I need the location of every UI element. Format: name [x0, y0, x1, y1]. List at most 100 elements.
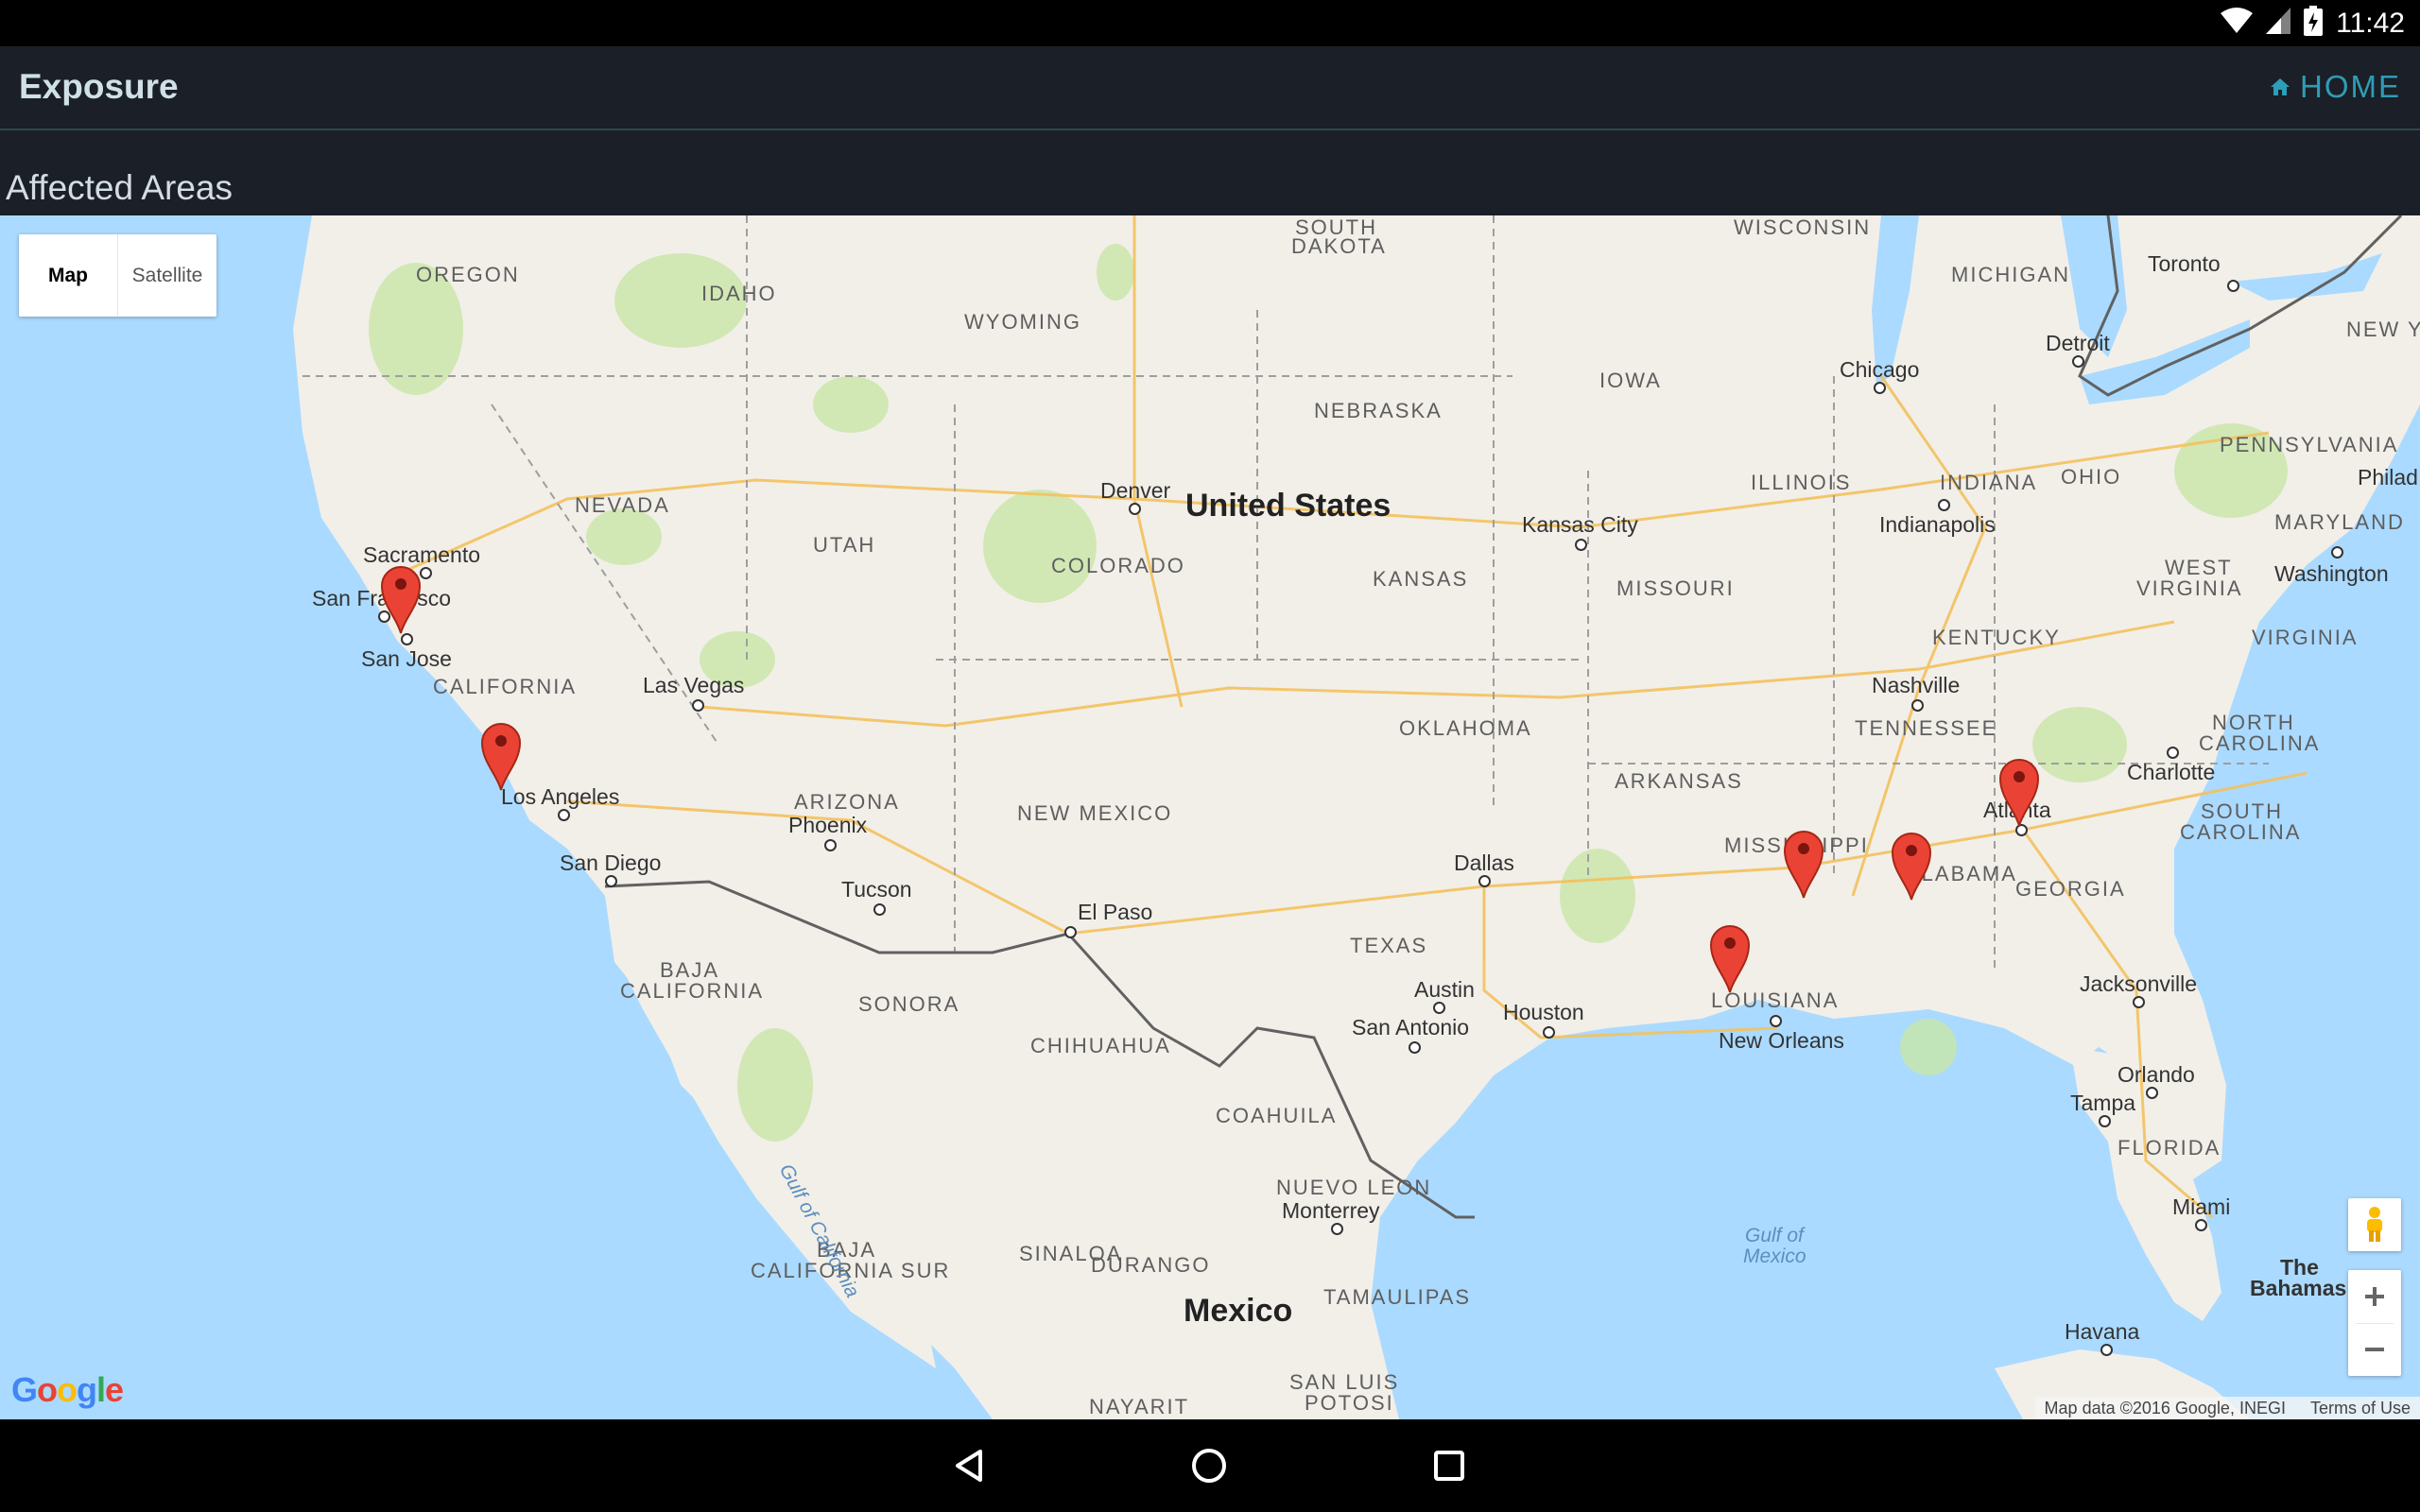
city-dallas: Dallas — [1454, 850, 1514, 875]
battery-icon — [2304, 6, 2324, 41]
label-oklahoma: OKLAHOMA — [1399, 716, 1532, 740]
city-denver: Denver — [1100, 478, 1171, 503]
label-arkansas: ARKANSAS — [1615, 769, 1743, 793]
label-texas: TEXAS — [1350, 934, 1428, 957]
zoom-in-button[interactable] — [2348, 1270, 2401, 1323]
city-dot — [2167, 747, 2179, 759]
city-dot — [1874, 382, 1886, 394]
back-icon — [956, 1450, 982, 1482]
label-missouri: MISSOURI — [1616, 576, 1735, 600]
plus-icon — [2365, 1287, 2384, 1306]
city-houston: Houston — [1503, 1000, 1584, 1024]
section-title: Affected Areas — [6, 168, 233, 207]
city-dot — [605, 875, 617, 887]
recents-button[interactable] — [1426, 1442, 1473, 1489]
label-san-luis-2: POTOSI — [1305, 1391, 1394, 1415]
city-indianapolis: Indianapolis — [1879, 512, 1996, 537]
label-nebraska: NEBRASKA — [1314, 399, 1443, 422]
city-charlotte: Charlotte — [2127, 760, 2216, 784]
map-type-satellite-button[interactable]: Satellite — [118, 234, 216, 317]
city-new-orleans: New Orleans — [1719, 1028, 1844, 1053]
city-dot — [1770, 1015, 1782, 1027]
label-tennessee: TENNESSEE — [1855, 716, 1998, 740]
map-marker-san-francisco[interactable] — [380, 563, 422, 635]
map-type-map-button[interactable]: Map — [19, 234, 118, 317]
google-logo: Google — [11, 1370, 124, 1409]
attribution-text: Map data ©2016 Google, INEGI — [2044, 1398, 2286, 1418]
label-oregon: OREGON — [416, 263, 520, 286]
city-dot — [2227, 280, 2239, 292]
map-marker-los-angeles[interactable] — [480, 720, 522, 792]
label-maryland: MARYLAND — [2274, 510, 2405, 534]
status-icons: 11:42 — [2221, 0, 2405, 46]
signal-icon — [2266, 8, 2291, 39]
label-mexico: Mexico — [1184, 1293, 1293, 1329]
app-bar: Exposure HOME — [0, 46, 2420, 130]
label-florida: FLORIDA — [2118, 1136, 2221, 1160]
map-marker-louisiana[interactable] — [1709, 922, 1751, 994]
city-dot — [2100, 1344, 2113, 1356]
map-marker-atlanta[interactable] — [1998, 756, 2040, 828]
label-west-virginia-2: VIRGINIA — [2136, 576, 2243, 600]
terms-link[interactable]: Terms of Use — [2310, 1399, 2411, 1418]
label-ohio: OHIO — [2061, 465, 2122, 489]
label-new-york: NEW YOR — [2346, 318, 2420, 341]
city-dot — [2133, 996, 2145, 1008]
pegman-icon — [2367, 1207, 2382, 1242]
city-havana: Havana — [2065, 1319, 2140, 1344]
label-baja-2: CALIFORNIA — [620, 979, 765, 1003]
label-united-states: United States — [1185, 488, 1392, 524]
label-wyoming: WYOMING — [964, 310, 1081, 334]
city-dot — [1478, 875, 1491, 887]
label-idaho: IDAHO — [701, 282, 777, 305]
city-dot — [1938, 499, 1950, 511]
home-button[interactable]: HOME — [2270, 69, 2401, 105]
city-dot — [1911, 699, 1924, 712]
city-dot — [2146, 1087, 2158, 1099]
city-dot — [2195, 1219, 2207, 1231]
home-nav-button[interactable] — [1185, 1442, 1233, 1489]
map-base — [0, 215, 2420, 1419]
city-dot — [1331, 1223, 1343, 1235]
zoom-out-button[interactable] — [2348, 1323, 2401, 1376]
street-view-pegman[interactable] — [2348, 1198, 2401, 1251]
label-south-carolina-2: CAROLINA — [2180, 820, 2302, 844]
city-chicago: Chicago — [1840, 357, 1920, 382]
map-marker-alabama[interactable] — [1891, 830, 1932, 902]
status-time: 11:42 — [2336, 7, 2405, 39]
city-dot — [2331, 546, 2343, 558]
label-illinois: ILLINOIS — [1751, 471, 1852, 494]
home-circle-icon — [1192, 1449, 1226, 1483]
label-pennsylvania: PENNSYLVANIA — [2220, 433, 2399, 456]
city-phoenix: Phoenix — [788, 813, 868, 837]
city-philadelphia: Philad — [2358, 465, 2418, 490]
label-california: CALIFORNIA — [433, 675, 578, 698]
city-dot — [1409, 1041, 1421, 1054]
recents-icon — [1434, 1451, 1464, 1481]
zoom-control — [2348, 1270, 2401, 1376]
minus-icon — [2365, 1348, 2384, 1351]
map-marker-mississippi[interactable] — [1783, 828, 1824, 900]
city-dot — [692, 699, 704, 712]
city-monterrey: Monterrey — [1282, 1198, 1380, 1223]
map[interactable]: United States Mexico OREGON IDAHO WYOMIN… — [0, 215, 2420, 1419]
home-label: HOME — [2300, 69, 2401, 104]
city-san-diego: San Diego — [560, 850, 662, 875]
city-detroit: Detroit — [2046, 331, 2110, 355]
city-el-paso: El Paso — [1078, 900, 1153, 924]
back-button[interactable] — [945, 1442, 993, 1489]
city-dot — [558, 809, 570, 821]
label-iowa: IOWA — [1599, 369, 1662, 392]
zoom-divider — [2356, 1323, 2394, 1324]
status-bar: 11:42 — [0, 0, 2420, 46]
wifi-icon — [2221, 8, 2254, 39]
label-tamaulipas: TAMAULIPAS — [1323, 1285, 1472, 1309]
city-dot — [1129, 503, 1141, 515]
city-san-antonio: San Antonio — [1352, 1015, 1470, 1040]
map-attribution: Map data ©2016 Google, INEGI Terms of Us… — [2034, 1397, 2420, 1419]
label-georgia: GEORGIA — [2015, 877, 2126, 901]
nav-bar — [0, 1419, 2420, 1512]
city-san-jose: San Jose — [361, 646, 452, 671]
city-las-vegas: Las Vegas — [643, 673, 745, 697]
city-dot — [2072, 355, 2084, 368]
